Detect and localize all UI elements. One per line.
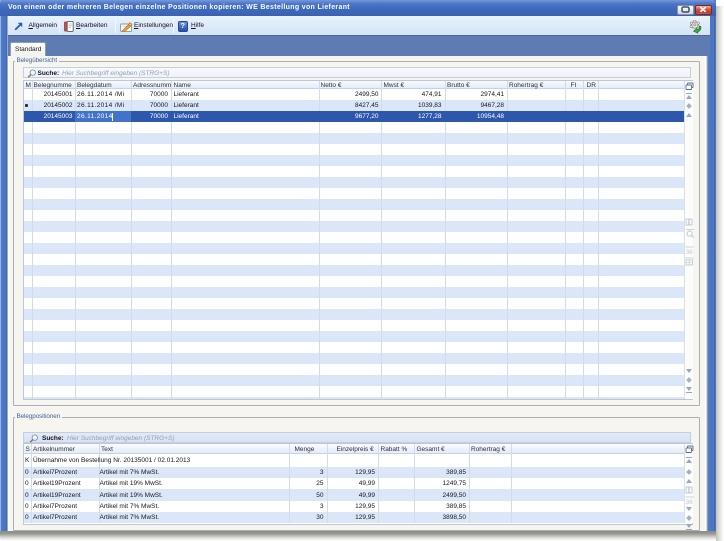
svg-text:36: 36 [686,499,694,506]
svg-text:36: 36 [686,249,694,256]
